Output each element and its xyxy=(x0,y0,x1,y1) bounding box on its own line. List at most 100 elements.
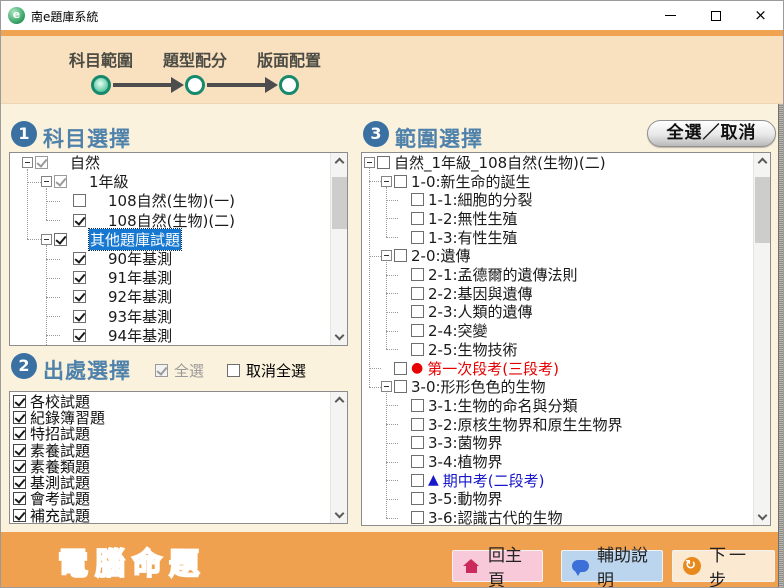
tree-checkbox[interactable] xyxy=(411,268,424,281)
tree-row[interactable]: 2-1:孟德爾的遺傳法則 xyxy=(362,265,753,284)
tree-checkbox[interactable] xyxy=(411,474,424,487)
tree-collapse-icon[interactable] xyxy=(41,176,52,187)
tree-row[interactable]: 108自然(生物)(一) xyxy=(10,191,330,210)
tree-collapse-icon[interactable] xyxy=(22,157,33,168)
tree-checkbox[interactable] xyxy=(411,418,424,431)
maximize-button[interactable] xyxy=(693,1,738,30)
tree-row[interactable]: 自然 xyxy=(10,153,330,172)
tree-item-label[interactable]: 90年基測 xyxy=(108,248,172,269)
tree-item-label[interactable]: 92年基測 xyxy=(108,286,172,307)
tree-row[interactable]: 3-0:形形色色的生物 xyxy=(362,377,753,396)
tree-row[interactable]: 1-2:無性生殖 xyxy=(362,209,753,228)
tree-checkbox[interactable] xyxy=(411,436,424,449)
scrollbar-thumb[interactable] xyxy=(755,177,770,243)
tree-row[interactable]: ●第一次段考(三段考) xyxy=(362,359,753,378)
tree-row[interactable]: 1-0:新生命的誕生 xyxy=(362,172,753,191)
tree-item-label[interactable]: 108自然(生物)(一) xyxy=(108,190,235,211)
tree-item-label[interactable]: 91年基測 xyxy=(108,267,172,288)
tree-checkbox[interactable] xyxy=(35,156,48,169)
tree-collapse-icon[interactable] xyxy=(41,234,52,245)
tree-item-label[interactable]: 94年基測 xyxy=(108,325,172,345)
tree-checkbox[interactable] xyxy=(73,310,86,323)
tree-item-label[interactable]: 其他題庫試題 xyxy=(89,229,181,250)
tree-row[interactable]: 自然_1年級_108自然(生物)(二) xyxy=(362,153,753,172)
tree-row[interactable]: 1-3:有性生殖 xyxy=(362,228,753,247)
tree-row[interactable]: 2-0:遺傳 xyxy=(362,247,753,266)
tree-checkbox[interactable] xyxy=(73,214,86,227)
list-checkbox[interactable] xyxy=(13,411,26,424)
tree-item-label[interactable]: 自然 xyxy=(70,153,100,173)
tree-checkbox[interactable] xyxy=(394,175,407,188)
tree-collapse-icon[interactable] xyxy=(364,157,375,168)
tree-collapse-icon[interactable] xyxy=(381,250,392,261)
tree-checkbox[interactable] xyxy=(394,380,407,393)
source-list-scrollbar[interactable] xyxy=(330,392,347,523)
tree-row[interactable]: 3-1:生物的命名與分類 xyxy=(362,396,753,415)
tree-checkbox[interactable] xyxy=(394,362,407,375)
tree-item-label[interactable]: 1年級 xyxy=(89,171,129,192)
minimize-button[interactable] xyxy=(648,1,693,30)
tree-checkbox[interactable] xyxy=(394,249,407,262)
tree-checkbox[interactable] xyxy=(54,233,67,246)
tree-checkbox[interactable] xyxy=(411,492,424,505)
tree-checkbox[interactable] xyxy=(411,305,424,318)
scroll-up-icon[interactable] xyxy=(758,158,768,168)
help-button[interactable]: 輔助說明 xyxy=(561,550,663,582)
tree-checkbox[interactable] xyxy=(73,290,86,303)
tree-checkbox[interactable] xyxy=(73,194,86,207)
list-checkbox[interactable] xyxy=(13,509,26,522)
tree-row[interactable]: 其他題庫試題 xyxy=(10,230,330,249)
list-checkbox[interactable] xyxy=(13,444,26,457)
tree-checkbox[interactable] xyxy=(411,193,424,206)
tree-checkbox[interactable] xyxy=(411,324,424,337)
tree-checkbox[interactable] xyxy=(411,399,424,412)
tree-row[interactable]: 3-5:動物界 xyxy=(362,490,753,509)
deselect-all-checkbox[interactable]: 取消全選 xyxy=(225,360,306,381)
list-checkbox[interactable] xyxy=(13,476,26,489)
tree-row[interactable]: 2-2:基因與遺傳 xyxy=(362,284,753,303)
tree-row[interactable]: 3-2:原核生物界和原生生物界 xyxy=(362,415,753,434)
tree-row[interactable]: 1年級 xyxy=(10,172,330,191)
list-checkbox[interactable] xyxy=(13,395,26,408)
home-button[interactable]: 回主頁 xyxy=(452,550,543,582)
list-checkbox[interactable] xyxy=(13,492,26,505)
tree-checkbox[interactable] xyxy=(411,455,424,468)
window-edge-scrollbar[interactable] xyxy=(778,104,784,588)
tree-item-label[interactable]: 108自然(生物)(二) xyxy=(108,210,235,231)
tree-checkbox[interactable] xyxy=(411,511,424,524)
tree-collapse-icon[interactable] xyxy=(381,176,392,187)
close-button[interactable]: × xyxy=(738,1,783,30)
tree-row[interactable]: 108自然(生物)(二) xyxy=(10,211,330,230)
tree-row[interactable]: 91年基測 xyxy=(10,268,330,287)
tree-row[interactable]: 2-4:突變 xyxy=(362,321,753,340)
tree-row[interactable]: 3-3:菌物界 xyxy=(362,434,753,453)
scroll-up-icon[interactable] xyxy=(335,158,345,168)
tree-checkbox[interactable] xyxy=(411,212,424,225)
tree-checkbox[interactable] xyxy=(73,252,86,265)
tree-row[interactable]: 92年基測 xyxy=(10,287,330,306)
subject-tree-scrollbar[interactable] xyxy=(330,153,347,345)
tree-item-label[interactable]: 93年基測 xyxy=(108,306,172,327)
list-checkbox[interactable] xyxy=(13,460,26,473)
tree-checkbox[interactable] xyxy=(54,175,67,188)
tree-row[interactable]: ▲期中考(二段考) xyxy=(362,471,753,490)
tree-checkbox[interactable] xyxy=(73,271,86,284)
scroll-up-icon[interactable] xyxy=(335,397,345,407)
tree-row[interactable]: 3-4:植物界 xyxy=(362,452,753,471)
tree-checkbox[interactable] xyxy=(377,156,390,169)
tree-row[interactable]: 93年基測 xyxy=(10,307,330,326)
tree-row[interactable]: 2-5:生物技術 xyxy=(362,340,753,359)
tree-checkbox[interactable] xyxy=(411,231,424,244)
tree-row[interactable]: 94年基測 xyxy=(10,326,330,345)
scrollbar-thumb[interactable] xyxy=(332,177,347,229)
scroll-down-icon[interactable] xyxy=(758,511,768,521)
next-step-button[interactable]: ↻ 下一步 xyxy=(672,550,775,582)
tree-row[interactable]: 90年基測 xyxy=(10,249,330,268)
tree-checkbox[interactable] xyxy=(73,329,86,342)
tree-item-label[interactable]: 3-6:認識古代的生物 xyxy=(428,507,563,525)
tree-item-label[interactable]: 95年基測 xyxy=(108,344,172,345)
source-list-item[interactable]: 補充試題 xyxy=(13,507,90,523)
list-checkbox[interactable] xyxy=(13,427,26,440)
scroll-down-icon[interactable] xyxy=(335,509,345,519)
tree-checkbox[interactable] xyxy=(411,287,424,300)
